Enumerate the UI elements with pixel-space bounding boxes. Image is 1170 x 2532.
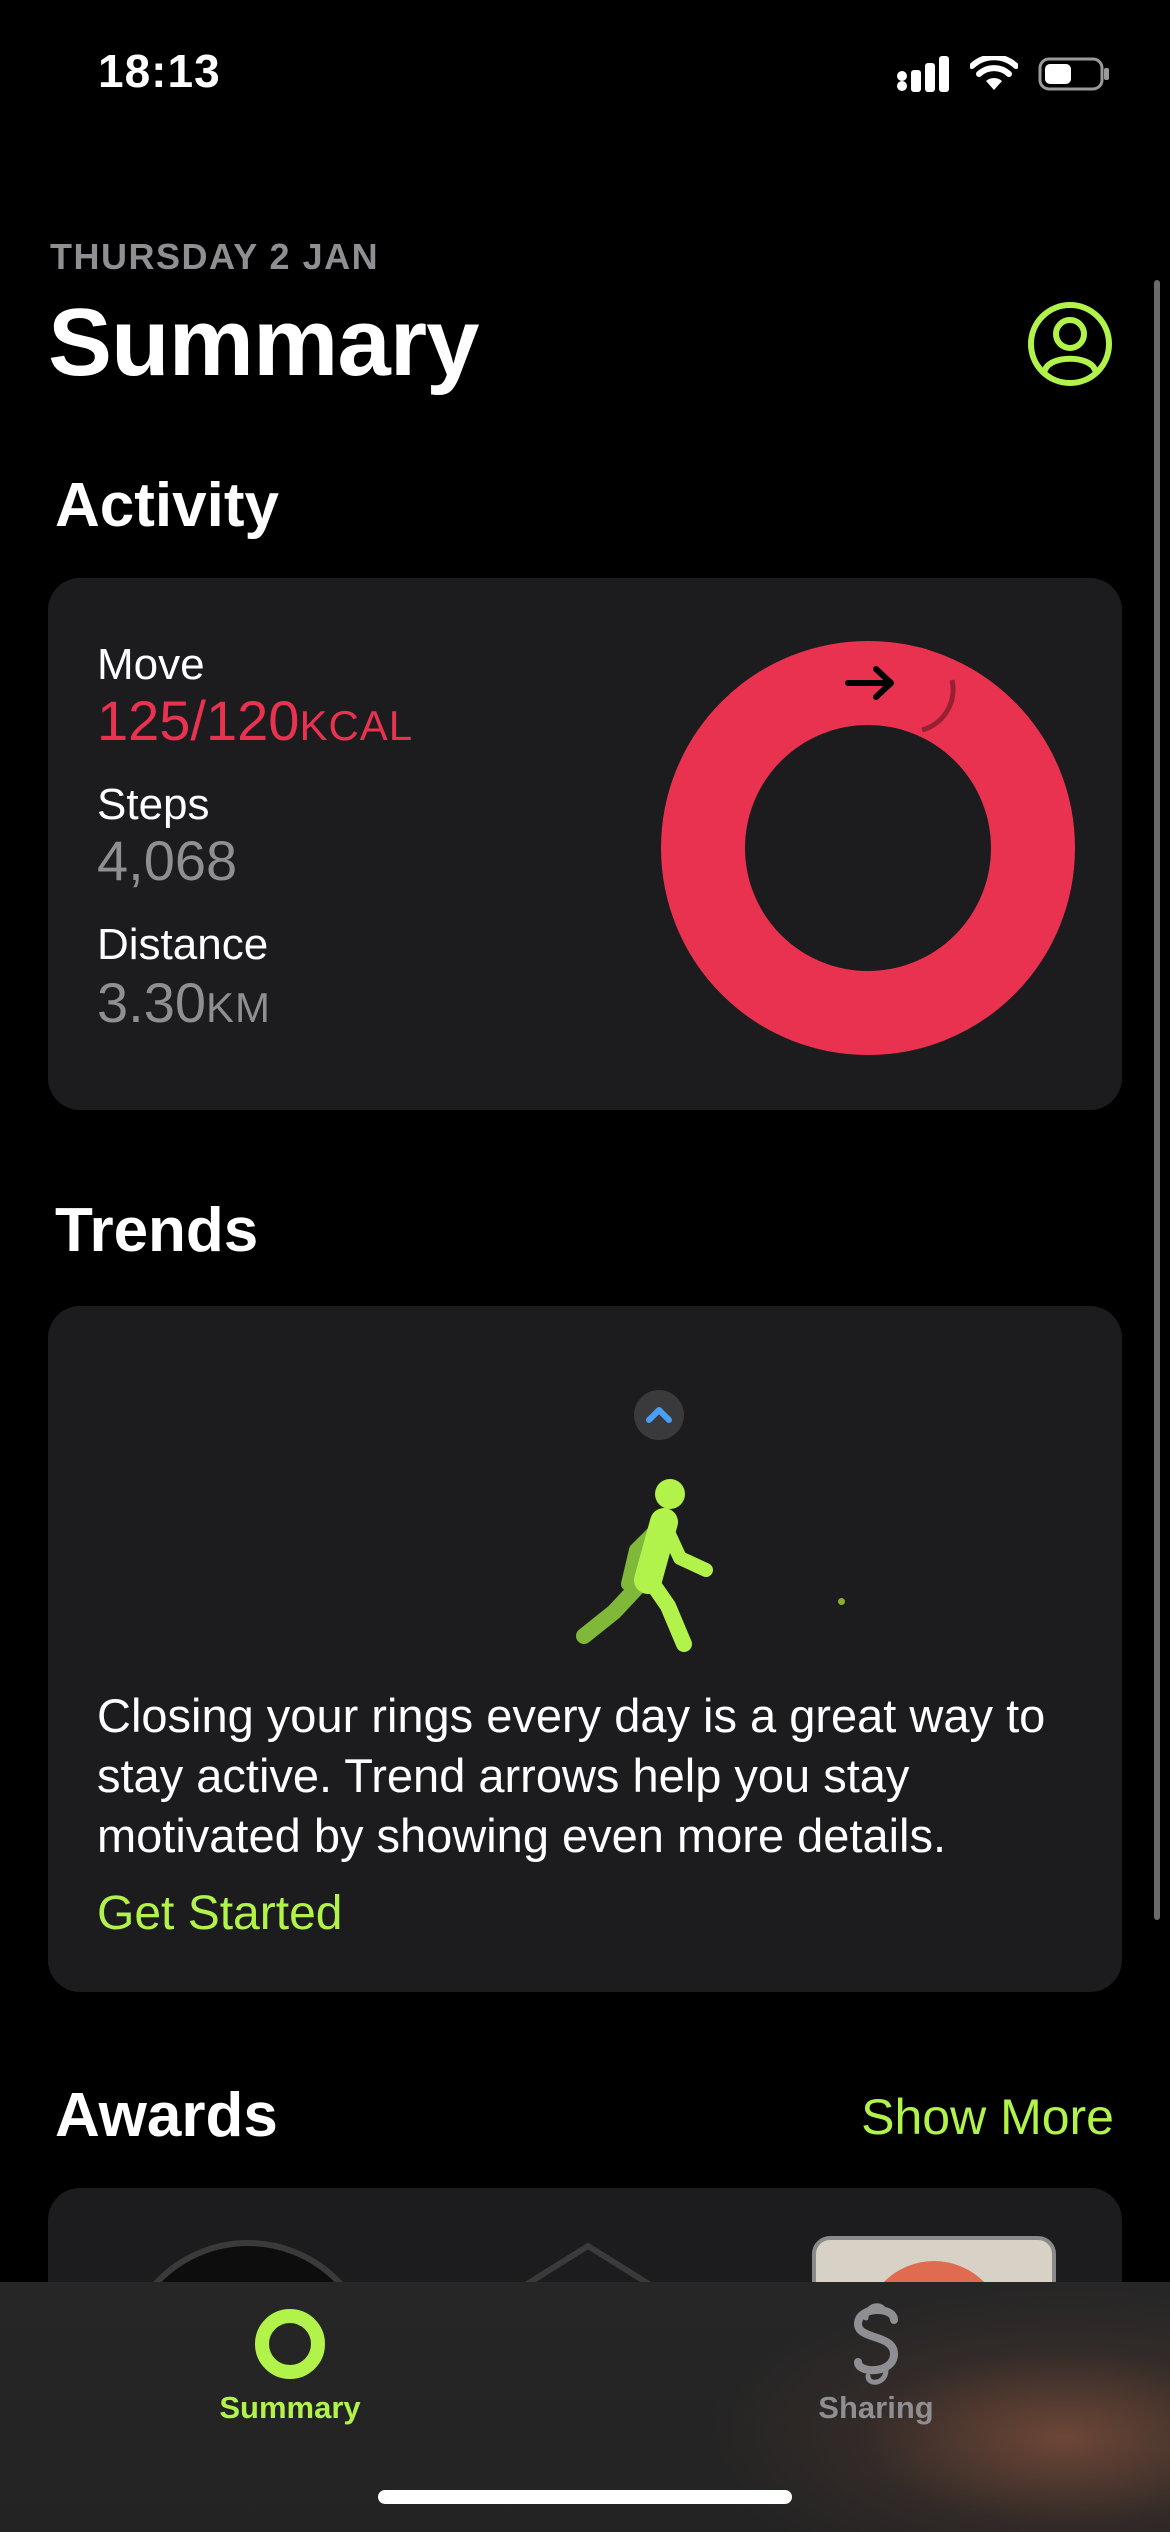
move-label: Move	[97, 640, 205, 689]
date-label: THURSDAY 2 JAN	[50, 236, 380, 277]
move-unit: KCAL	[299, 702, 414, 749]
activity-card[interactable]: Move 125/120KCAL Steps 4,068 Distance 3.…	[48, 578, 1122, 1110]
tab-summary[interactable]: Summary	[160, 2302, 420, 2426]
scroll-indicator[interactable]	[1154, 280, 1160, 1920]
chevron-up-icon	[634, 1390, 684, 1440]
tab-sharing[interactable]: Sharing	[746, 2302, 1006, 2426]
move-ring[interactable]	[660, 640, 1076, 1056]
distance-value: 3.30KM	[97, 970, 271, 1035]
awards-section-title: Awards	[55, 2081, 278, 2150]
move-value-number: 125/120	[97, 689, 300, 752]
tab-summary-label: Summary	[219, 2390, 361, 2425]
move-value: 125/120KCAL	[97, 688, 413, 753]
status-bar: 18:13	[0, 0, 1170, 150]
trend-indicator-dot	[838, 1598, 845, 1605]
status-time: 18:13	[98, 45, 221, 97]
profile-button[interactable]	[1026, 300, 1114, 388]
page-title: Summary	[48, 289, 480, 396]
status-icons	[896, 52, 1110, 96]
show-more-link[interactable]: Show More	[861, 2088, 1114, 2146]
steps-value: 4,068	[97, 829, 238, 892]
get-started-link[interactable]: Get Started	[97, 1886, 342, 1941]
activity-section-title: Activity	[55, 471, 279, 540]
steps-label: Steps	[97, 780, 210, 829]
trends-card[interactable]: Closing your rings every day is a great …	[48, 1306, 1122, 1992]
home-indicator[interactable]	[378, 2490, 792, 2504]
summary-screen: 18:13 THURSDAY 2 JAN Summary Activity Mo…	[0, 0, 1170, 2532]
distance-value-number: 3.30	[97, 971, 206, 1034]
distance-label: Distance	[97, 920, 269, 969]
trends-description: Closing your rings every day is a great …	[97, 1689, 1046, 1862]
activity-ring-icon	[255, 2309, 325, 2379]
cellular-signal-icon	[897, 56, 949, 92]
battery-icon	[1038, 57, 1109, 91]
walking-figure-icon	[576, 1479, 713, 1652]
tab-sharing-label: Sharing	[818, 2390, 934, 2425]
wifi-icon	[970, 56, 1018, 90]
trends-section-title: Trends	[55, 1196, 259, 1265]
distance-unit: KM	[206, 984, 271, 1031]
sharing-icon	[853, 2303, 899, 2385]
